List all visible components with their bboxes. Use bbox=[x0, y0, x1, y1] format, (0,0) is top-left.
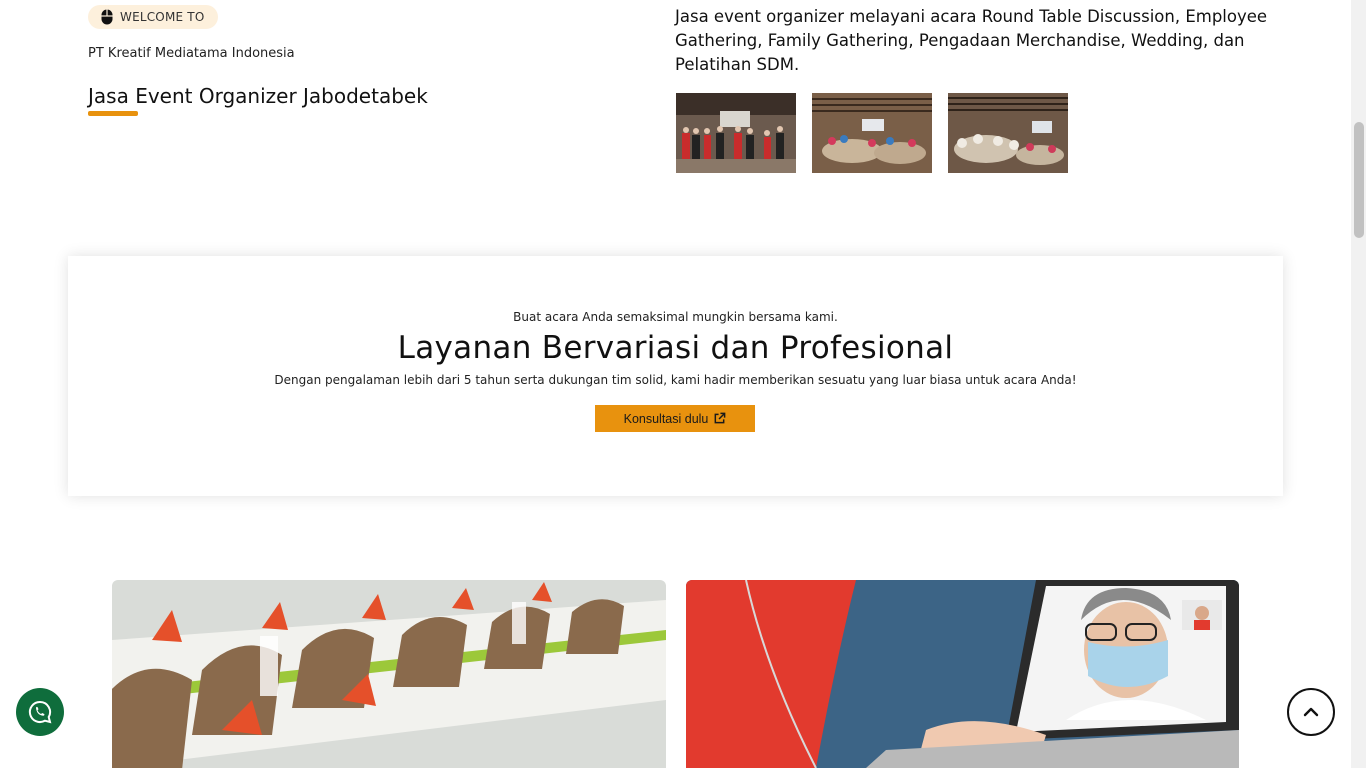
gallery-thumb-1[interactable] bbox=[676, 93, 796, 173]
welcome-badge: WELCOME TO bbox=[88, 5, 219, 29]
services-kicker: Buat acara Anda semaksimal mungkin bersa… bbox=[513, 310, 838, 324]
scrollbar-thumb[interactable] bbox=[1354, 122, 1364, 238]
event-gallery bbox=[676, 93, 1068, 173]
services-title: Layanan Bervariasi dan Profesional bbox=[397, 330, 954, 366]
mouse-icon bbox=[101, 9, 113, 25]
external-link-icon bbox=[714, 412, 726, 424]
chevron-up-icon bbox=[1303, 707, 1319, 717]
services-subtitle: Dengan pengalaman lebih dari 5 tahun ser… bbox=[274, 373, 1077, 387]
services-card: Buat acara Anda semaksimal mungkin bersa… bbox=[68, 256, 1283, 496]
whatsapp-button[interactable] bbox=[16, 688, 64, 736]
hero-title: Jasa Event Organizer Jabodetabek bbox=[88, 84, 428, 108]
company-name: PT Kreatif Mediatama Indonesia bbox=[88, 46, 295, 61]
welcome-label: WELCOME TO bbox=[120, 10, 205, 24]
whatsapp-icon bbox=[28, 700, 52, 724]
gallery-thumb-2[interactable] bbox=[812, 93, 932, 173]
video-call-photo[interactable] bbox=[686, 580, 1239, 768]
hero-description: Jasa event organizer melayani acara Roun… bbox=[675, 7, 1268, 74]
consult-button[interactable]: Konsultasi dulu bbox=[595, 405, 755, 432]
banquet-table-photo[interactable] bbox=[112, 580, 666, 768]
back-to-top-button[interactable] bbox=[1287, 688, 1335, 736]
page-scrollbar[interactable] bbox=[1351, 0, 1366, 768]
title-underline bbox=[88, 111, 138, 116]
gallery-thumb-3[interactable] bbox=[948, 93, 1068, 173]
consult-button-label: Konsultasi dulu bbox=[623, 411, 709, 426]
